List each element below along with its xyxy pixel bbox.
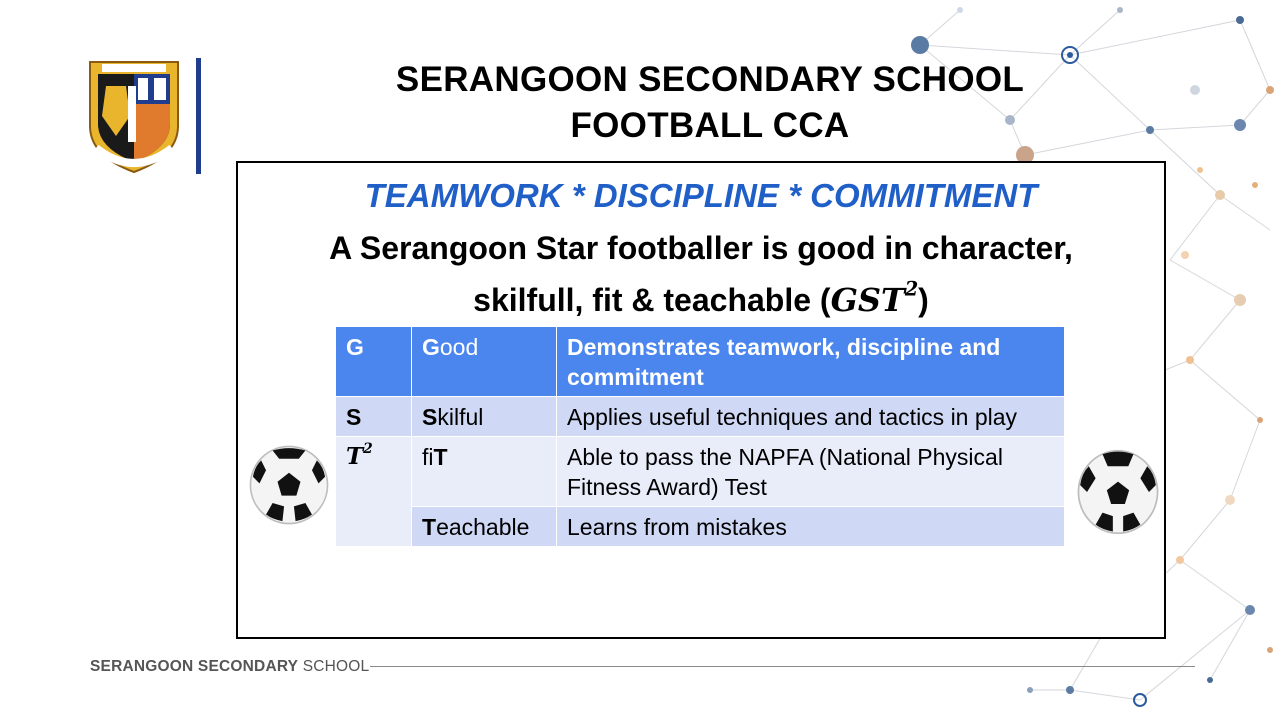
crest-divider: [196, 58, 201, 174]
word-cell: Skilful: [411, 396, 557, 437]
description-cell: Demonstrates teamwork, discipline and co…: [556, 326, 1065, 397]
content-card: TEAMWORK * DISCIPLINE * COMMITMENT A Ser…: [236, 161, 1166, 639]
footer-divider: [370, 666, 1195, 667]
word-cell: Good: [411, 326, 557, 397]
letter-cell: S: [335, 396, 412, 437]
statement-close: ): [918, 282, 929, 318]
statement-line2: skilfull, fit & teachable (GST2): [238, 277, 1164, 319]
football-icon: [1077, 449, 1159, 535]
letter-cell: G: [335, 326, 412, 397]
footer-school-name: SERANGOON SECONDARY SCHOOL: [90, 658, 370, 675]
description-cell: Applies useful techniques and tactics in…: [556, 396, 1065, 437]
letter-cell: T2: [335, 436, 412, 547]
table-row: S Skilful Applies useful techniques and …: [335, 396, 1065, 437]
football-icon: [249, 445, 329, 525]
page-title-line1: SERANGOON SECONDARY SCHOOL: [395, 60, 1025, 99]
word-cell: Teachable: [411, 506, 557, 547]
description-cell: Able to pass the NAPFA (National Physica…: [556, 436, 1065, 507]
table-row: Teachable Learns from mistakes: [336, 506, 1065, 547]
school-crest-logo: [89, 61, 179, 174]
table-row: T2 fiT Able to pass the NAPFA (National …: [335, 436, 1065, 547]
table-row: G Good Demonstrates teamwork, discipline…: [335, 326, 1065, 397]
statement-math: GST2: [830, 277, 919, 319]
gst-table: G Good Demonstrates teamwork, discipline…: [335, 326, 1065, 547]
statement-line1: A Serangoon Star footballer is good in c…: [329, 230, 1073, 266]
statement-text: skilfull, fit & teachable (: [473, 282, 831, 318]
page-title-line2: FOOTBALL CCA: [570, 106, 850, 145]
word-cell: fiT: [411, 436, 557, 507]
description-cell: Learns from mistakes: [556, 506, 1065, 547]
values-heading: TEAMWORK * DISCIPLINE * COMMITMENT: [364, 177, 1038, 214]
